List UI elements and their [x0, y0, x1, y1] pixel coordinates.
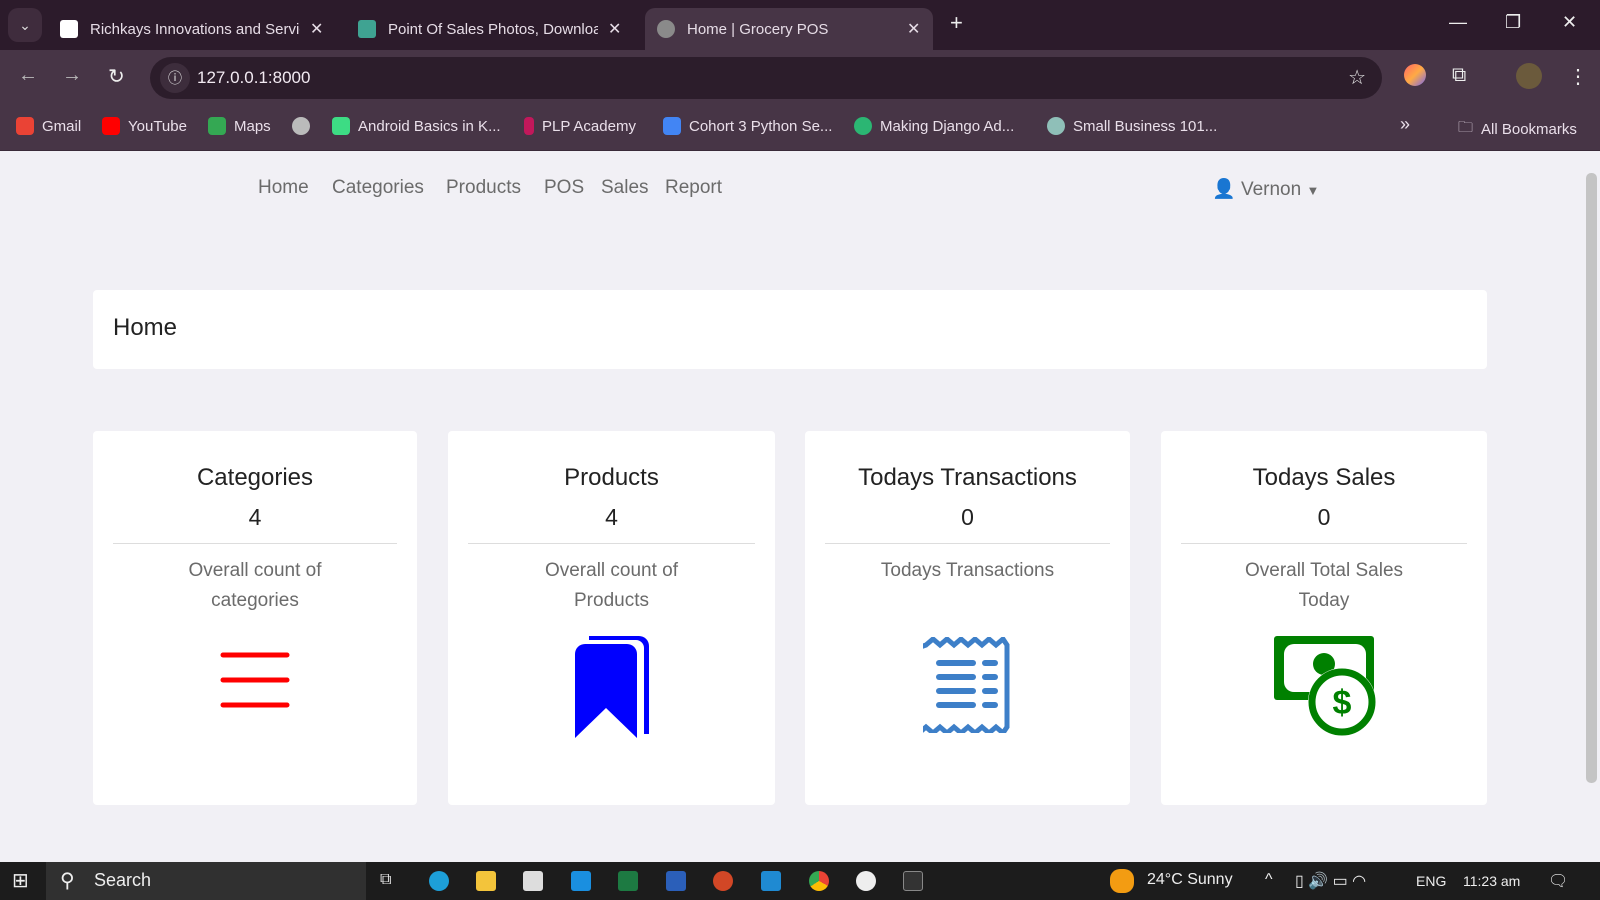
word-icon[interactable]: [666, 871, 686, 891]
mail-icon[interactable]: [571, 871, 591, 891]
svg-text:$: $: [1333, 684, 1352, 722]
search-icon: ⚲: [60, 870, 75, 892]
card-value: 0: [1317, 504, 1331, 530]
favicon: [358, 20, 376, 38]
close-window-icon[interactable]: ✕: [1562, 12, 1577, 33]
bookmark-gmail[interactable]: Gmail: [16, 117, 81, 135]
nav-pos[interactable]: POS: [544, 177, 584, 199]
task-view-icon[interactable]: ⧉: [380, 871, 391, 889]
card-value: 0: [961, 504, 974, 530]
receipt-icon: [922, 637, 1009, 733]
bookmarks-bar: Gmail YouTube Maps Android Basics in K..…: [0, 104, 1600, 151]
folder-icon: 🗀: [1458, 119, 1474, 136]
card-desc: Overall count of categories: [188, 560, 322, 611]
tab-home-grocery-pos[interactable]: Home | Grocery POS ✕: [645, 8, 933, 50]
close-icon[interactable]: ✕: [608, 19, 621, 39]
minimize-icon[interactable]: —: [1449, 12, 1467, 33]
star-icon[interactable]: ☆: [1348, 65, 1366, 90]
edge-icon[interactable]: [429, 871, 449, 891]
notifications-icon[interactable]: 🗨: [1548, 871, 1568, 891]
nav-products[interactable]: Products: [446, 177, 521, 199]
card-transactions: Todays Transactions 0 Todays Transactions: [805, 431, 1130, 805]
bookmark-plp[interactable]: PLP Academy: [524, 117, 636, 135]
nav-sales[interactable]: Sales: [601, 177, 649, 199]
card-title: Categories: [196, 464, 314, 491]
terminal-icon[interactable]: [903, 871, 923, 891]
card-desc: Overall count of Products: [544, 560, 679, 611]
card-desc: Todays Transactions: [880, 560, 1055, 581]
globe-icon: [657, 20, 675, 38]
nav-categories[interactable]: Categories: [332, 177, 424, 199]
excel-icon[interactable]: [618, 871, 638, 891]
scrollbar[interactable]: [1582, 151, 1600, 862]
nav-home[interactable]: Home: [258, 177, 309, 199]
new-tab-button[interactable]: +: [950, 10, 963, 36]
money-icon: $: [1274, 636, 1376, 736]
tab-pos-photos[interactable]: Point Of Sales Photos, Downloa ✕: [346, 8, 633, 50]
page-title: Home: [113, 314, 178, 341]
bookmark-small-business[interactable]: Small Business 101...: [1047, 117, 1217, 135]
card-value: 4: [605, 504, 618, 530]
nav-report[interactable]: Report: [665, 177, 722, 199]
bars-icon: [220, 652, 290, 708]
store-icon[interactable]: [523, 871, 543, 891]
windows-start-icon[interactable]: ⊞: [12, 868, 29, 893]
card-title: Products: [564, 464, 659, 491]
puzzle-icon[interactable]: ⧉: [1452, 64, 1466, 87]
restore-icon[interactable]: ❐: [1505, 12, 1521, 33]
bookmark-youtube[interactable]: YouTube: [102, 117, 187, 135]
bookmark-django[interactable]: Making Django Ad...: [854, 117, 1014, 135]
back-icon[interactable]: ←: [18, 64, 38, 87]
all-bookmarks[interactable]: 🗀 All Bookmarks: [1458, 117, 1577, 142]
card-title: Todays Transactions: [858, 464, 1077, 491]
bookmark-globe[interactable]: [292, 117, 318, 135]
page-header: Home: [93, 290, 1487, 369]
extension-icon[interactable]: [1404, 64, 1426, 86]
forward-icon[interactable]: →: [62, 64, 82, 87]
reload-icon[interactable]: ↻: [108, 64, 125, 89]
bookmark-android[interactable]: Android Basics in K...: [332, 117, 501, 135]
scrollbar-thumb[interactable]: [1586, 173, 1597, 783]
card-categories: Categories 4 Overall count of categories: [93, 431, 417, 805]
close-icon[interactable]: ✕: [907, 19, 920, 39]
taskbar-search[interactable]: ⚲ Search: [46, 862, 366, 900]
user-icon: 👤: [1212, 179, 1236, 200]
info-icon[interactable]: ⓘ: [160, 63, 190, 93]
vscode-icon[interactable]: [761, 871, 781, 891]
language[interactable]: ENG: [1416, 873, 1446, 889]
caret-down-icon: ▼: [1306, 183, 1320, 198]
chrome-icon[interactable]: [809, 871, 829, 891]
close-icon[interactable]: ✕: [310, 19, 323, 39]
bookmark-maps[interactable]: Maps: [208, 117, 271, 135]
tab-search-button[interactable]: ⌄: [8, 8, 42, 42]
weather-text[interactable]: 24°C Sunny: [1147, 871, 1233, 889]
tab-bar: ⌄ Richkays Innovations and Servic ✕ Point…: [0, 0, 1600, 50]
menu-icon[interactable]: ⋮: [1568, 64, 1588, 89]
user-menu[interactable]: 👤 Vernon ▼: [1212, 177, 1319, 201]
bookmark-cohort[interactable]: Cohort 3 Python Se...: [663, 117, 832, 135]
tray-icons[interactable]: ▯ 🔊 ▭ ◠: [1295, 871, 1366, 891]
clock[interactable]: 11:23 am: [1463, 873, 1520, 889]
card-sales: Todays Sales 0 Overall Total Sales Today $: [1161, 431, 1487, 805]
card-desc: Overall Total Sales Today: [1244, 560, 1404, 611]
browser-toolbar: ← → ↻ ⓘ 127.0.0.1:8000 ☆ ⧉ ⋮: [0, 50, 1600, 104]
file-explorer-icon[interactable]: [476, 871, 496, 891]
slack-icon[interactable]: [856, 871, 876, 891]
card-value: 4: [248, 504, 262, 530]
url-text[interactable]: 127.0.0.1:8000: [197, 68, 310, 88]
tab-richkays[interactable]: Richkays Innovations and Servic ✕: [48, 8, 335, 50]
powerpoint-icon[interactable]: [713, 871, 733, 891]
more-bookmarks[interactable]: »: [1400, 114, 1410, 135]
avatar[interactable]: [1516, 63, 1542, 89]
tray-chevron-icon[interactable]: ^: [1265, 871, 1273, 889]
address-bar[interactable]: ⓘ 127.0.0.1:8000 ☆: [150, 57, 1382, 99]
card-title: Todays Sales: [1252, 464, 1396, 491]
card-products: Products 4 Overall count of Products: [448, 431, 775, 805]
bookmark-icon: [574, 636, 649, 738]
favicon: [60, 20, 78, 38]
weather-sun-icon: [1110, 869, 1134, 893]
page-content: Home Categories Products POS Sales Repor…: [0, 151, 1582, 862]
taskbar: ⊞ ⚲ Search ⧉ 24°C Sunny ^ ▯ 🔊 ▭ ◠ ENG 11:…: [0, 862, 1600, 900]
